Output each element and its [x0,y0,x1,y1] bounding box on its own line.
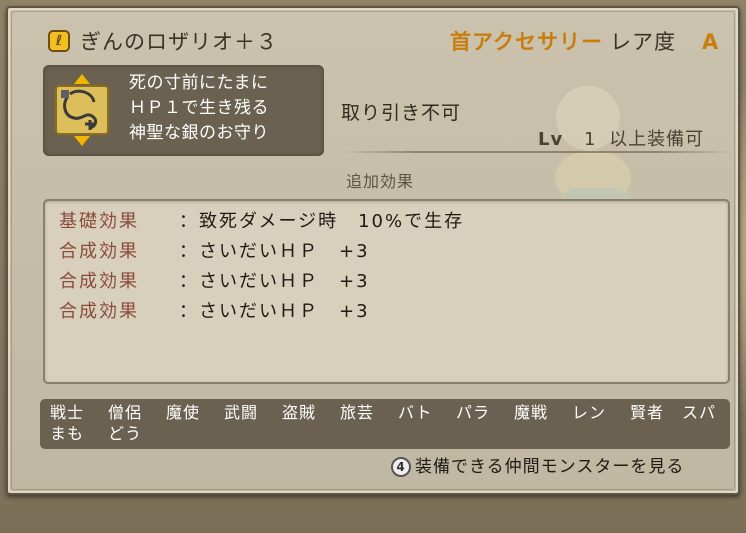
accessory-category-icon: ℓ [48,30,70,52]
view-monster-allies-label: 装備できる仲間モンスターを見る [415,457,685,477]
effect-value: ：さいだいＨＰ +3 [179,271,370,292]
rarity-value: A [702,30,719,54]
effect-label: 基礎効果 [59,211,139,232]
job-label: まも [50,424,85,443]
job-label: バト [398,403,433,422]
level-prefix: Lv [538,129,564,150]
effect-row: 合成効果 ：さいだいＨＰ +3 [59,267,370,297]
effects-list: 基礎効果 ：致死ダメージ時 10%で生存 合成効果 ：さいだいＨＰ +3 合成効果 ：… [43,199,730,384]
effect-value: ：さいだいＨＰ +3 [179,241,370,262]
rarity-label: レア度 [610,30,676,54]
job-label: 武闘 [224,403,259,422]
level-suffix: 以上装備可 [609,129,705,150]
item-description: 死の寸前にたまに ＨＰ１で生き残る 神聖な銀のお守り [129,73,269,143]
view-monster-allies-button[interactable]: 4 装備できる仲間モンスターを見る [391,455,684,479]
job-label: 賢者 [630,403,665,422]
job-label: どう [108,424,143,443]
job-label: パラ [456,403,491,422]
item-category: 首アクセサリー [450,30,603,54]
job-label: レン [572,403,607,422]
effect-label: 合成効果 [59,241,139,262]
effect-value: ：さいだいＨＰ +3 [179,301,370,322]
item-detail-panel: ℓ ぎんのロザリオ＋３ 首アクセサリー レア度 A 死の寸前にたまに ＨＰ１で生… [6,6,740,495]
job-label: 魔戦 [514,403,549,422]
job-label: 盗賊 [282,403,317,422]
effect-label: 合成効果 [59,301,139,322]
effects-heading: 追加効果 [346,172,415,191]
job-label: 戦士 [50,403,85,422]
effect-value: ：致死ダメージ時 10%で生存 [179,211,465,232]
effect-row: 基礎効果 ：致死ダメージ時 10%で生存 [59,207,464,237]
divider [341,151,733,153]
rosary-item-icon[interactable] [52,72,112,148]
job-label: 魔使 [166,403,201,422]
jobs-line-1: 戦士 僧侶 魔使 武闘 盗賊 旅芸 バト パラ 魔戦 レン 賢者 スパ [50,402,716,424]
equippable-jobs: 戦士 僧侶 魔使 武闘 盗賊 旅芸 バト パラ 魔戦 レン 賢者 スパ まも どう [40,399,730,449]
job-label: 旅芸 [340,403,375,422]
effect-row: 合成効果 ：さいだいＨＰ +3 [59,237,370,267]
effect-label: 合成効果 [59,271,139,292]
item-name: ぎんのロザリオ＋３ [80,30,278,54]
level-value: 1 [583,129,597,150]
effect-row: 合成効果 ：さいだいＨＰ +3 [59,297,370,327]
trade-status: 取り引き不可 [341,102,462,124]
level-requirement: Lv 1 以上装備可 [538,125,704,151]
jobs-line-2: まも どう [50,423,142,445]
button-4-icon: 4 [391,457,411,477]
job-label: 僧侶 [108,403,143,422]
job-label: スパ [682,403,717,422]
description-box: 死の寸前にたまに ＨＰ１で生き残る 神聖な銀のお守り [43,65,324,156]
title-row: ℓ ぎんのロザリオ＋３ 首アクセサリー レア度 A [48,28,738,58]
